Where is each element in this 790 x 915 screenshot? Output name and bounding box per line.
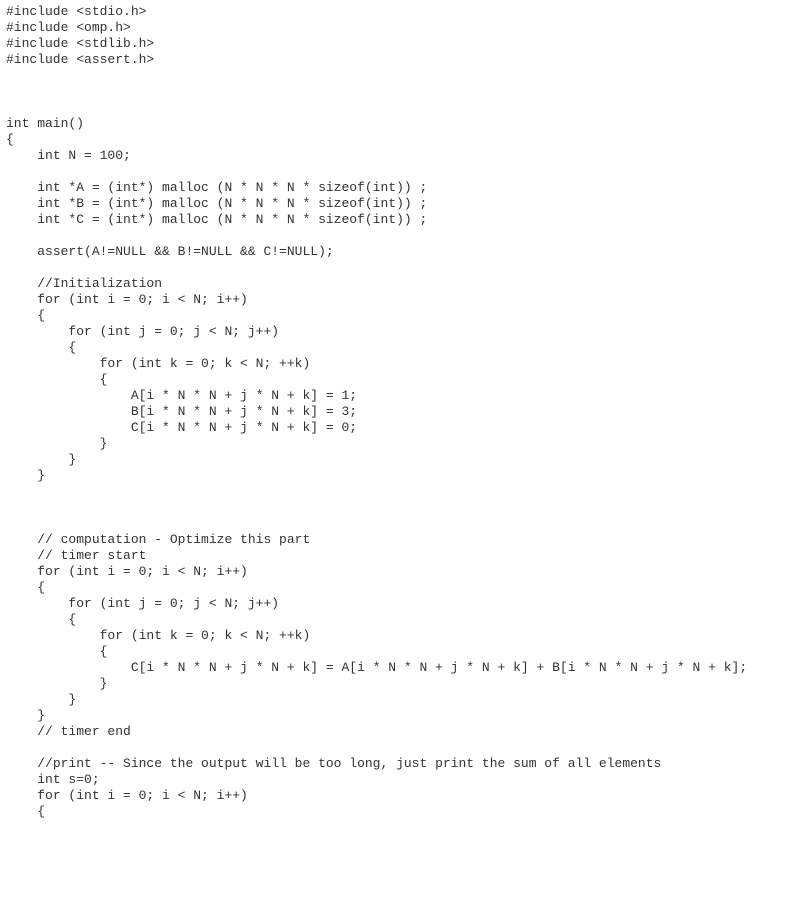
source-code-block: #include <stdio.h> #include <omp.h> #inc…: [0, 0, 790, 824]
